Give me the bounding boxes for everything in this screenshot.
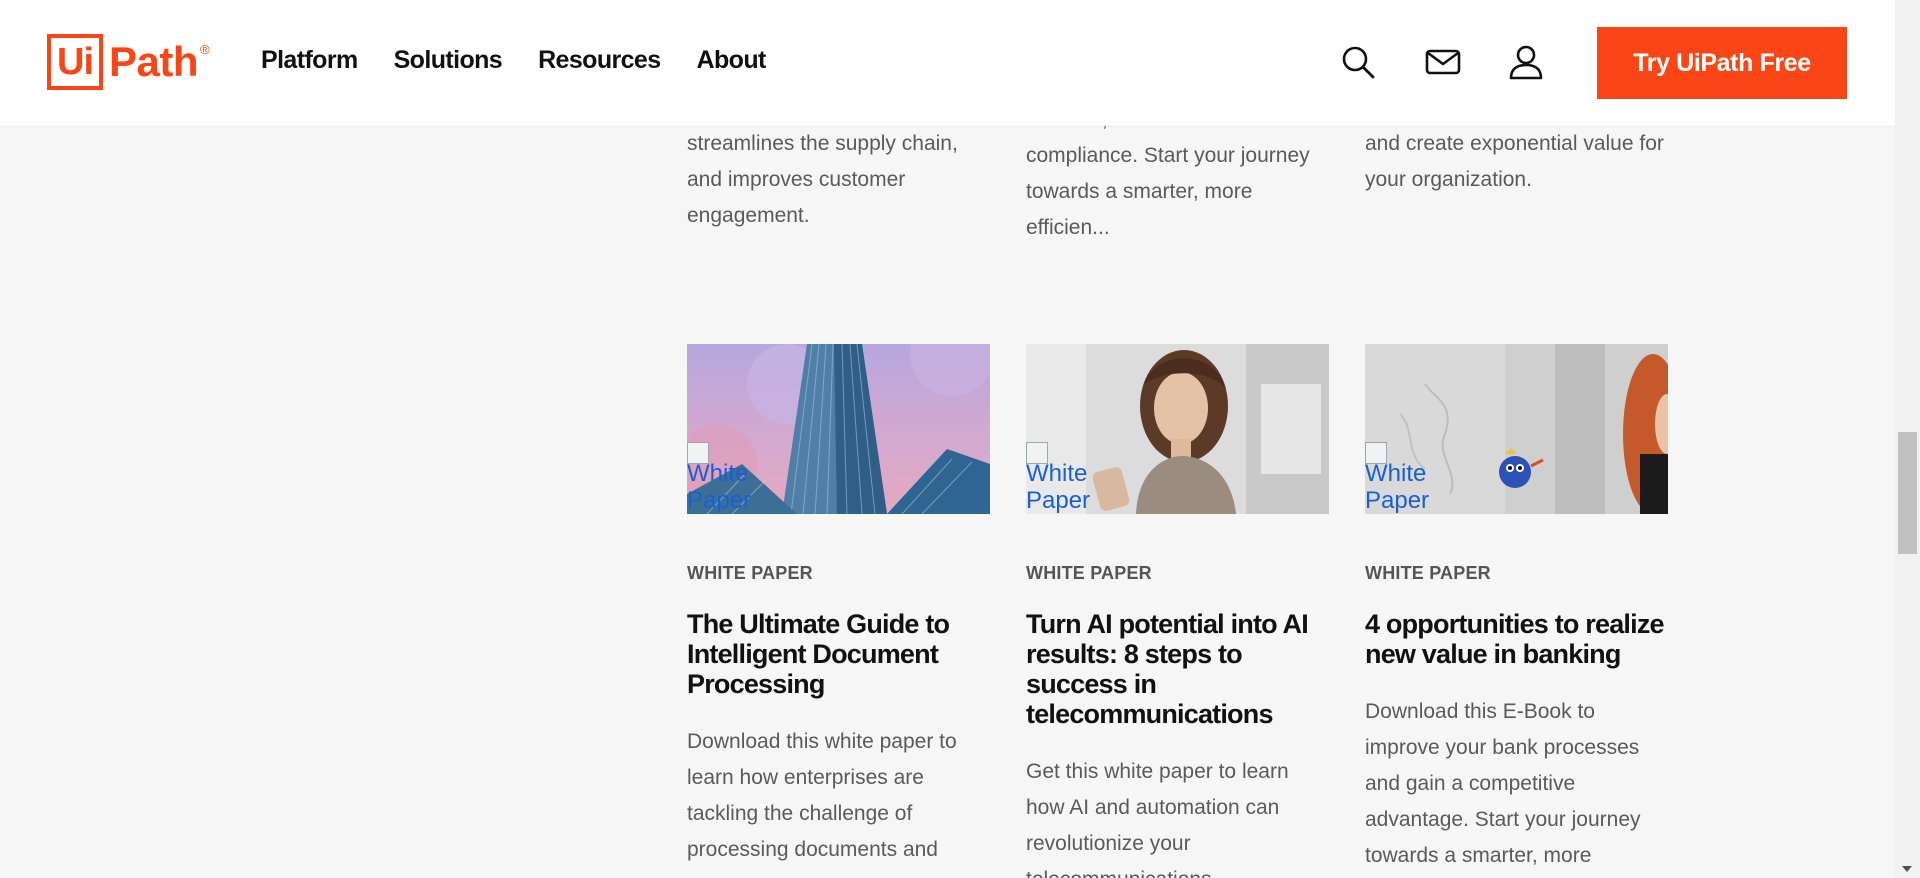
broken-image-alt: White Paper — [687, 442, 767, 514]
card-title[interactable]: Turn AI potential into AI results: 8 ste… — [1026, 609, 1326, 729]
nav-solutions[interactable]: Solutions — [394, 46, 503, 75]
card-tag: WHITE PAPER — [1026, 563, 1152, 583]
card-title[interactable]: 4 opportunities to realize new value in … — [1365, 609, 1665, 669]
prev-card-description: streamlines the supply chain, and improv… — [687, 132, 958, 227]
card-description: Download this E-Book to improve your ban… — [1365, 700, 1641, 867]
user-icon[interactable] — [1508, 44, 1544, 80]
card-title[interactable]: The Ultimate Guide to Intelligent Docume… — [687, 609, 987, 699]
card-tag: WHITE PAPER — [687, 563, 813, 583]
site-header: Ui Path ® Platform Solutions Resources A… — [0, 0, 1895, 126]
card-thumbnail[interactable]: White Paper — [1026, 344, 1329, 514]
search-icon[interactable] — [1340, 44, 1376, 80]
card-description: Download this white paper to learn how e… — [687, 730, 957, 861]
broken-image-alt: White Paper — [1026, 442, 1106, 514]
prev-card-description: and create exponential value for your or… — [1365, 132, 1664, 191]
card-thumbnail[interactable]: White Paper — [687, 344, 990, 514]
card-description: Get this white paper to learn how AI and… — [1026, 760, 1289, 878]
broken-image-alt: White Paper — [1365, 442, 1445, 514]
scroll-down-arrow-icon[interactable] — [1902, 866, 1912, 872]
card-tag: WHITE PAPER — [1365, 563, 1491, 583]
nav-about[interactable]: About — [697, 46, 767, 75]
nav-resources[interactable]: Resources — [538, 46, 661, 75]
try-free-button[interactable]: Try UiPath Free — [1597, 27, 1847, 99]
logo-wordmark: Path — [109, 38, 199, 85]
logo-registered-mark: ® — [200, 42, 210, 57]
page-scrollbar[interactable] — [1895, 0, 1920, 878]
uipath-logo[interactable]: Ui Path ® — [47, 34, 210, 90]
logo-mark: Ui — [47, 34, 103, 90]
card-thumbnail[interactable]: White Paper — [1365, 344, 1668, 514]
mail-icon[interactable] — [1425, 44, 1461, 80]
main-nav: Platform Solutions Resources About — [261, 46, 766, 75]
scrollbar-thumb[interactable] — [1898, 432, 1917, 554]
nav-platform[interactable]: Platform — [261, 46, 358, 75]
